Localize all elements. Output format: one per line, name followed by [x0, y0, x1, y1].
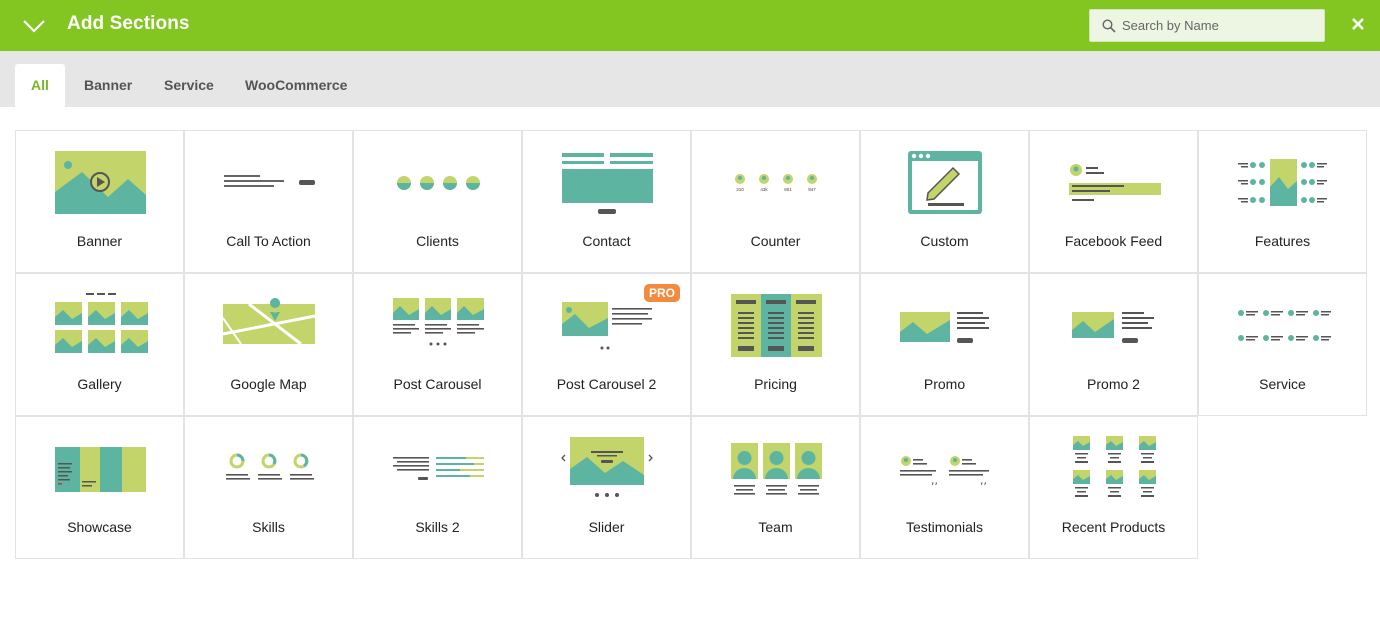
- search-icon: [1102, 19, 1116, 33]
- counter-value: 310: [736, 187, 744, 192]
- section-label: Post Carousel 2: [556, 376, 657, 392]
- section-label: Service: [1259, 376, 1306, 392]
- post-carousel-2-icon: [562, 302, 652, 350]
- section-label: Pricing: [754, 376, 797, 392]
- post-carousel-icon: [393, 298, 484, 346]
- section-label: Google Map: [230, 376, 307, 392]
- section-recent-products[interactable]: Recent Products: [1029, 416, 1198, 559]
- section-label: Showcase: [67, 519, 132, 535]
- promo-2-icon: [1072, 312, 1154, 343]
- recent-products-icon: [1073, 436, 1156, 497]
- section-banner[interactable]: Banner: [15, 130, 184, 273]
- section-label: Recent Products: [1061, 519, 1166, 535]
- section-label: Counter: [750, 233, 801, 249]
- team-icon: [731, 443, 822, 495]
- custom-icon: [908, 151, 982, 214]
- google-map-icon: [222, 298, 316, 346]
- section-label: Team: [758, 519, 793, 535]
- counter-icon: 310 43k 801 947: [735, 174, 817, 192]
- section-label: Call To Action: [226, 233, 311, 249]
- section-clients[interactable]: Clients: [353, 130, 522, 273]
- tab-woocommerce[interactable]: WooCommerce: [229, 64, 363, 107]
- counter-value: 43k: [760, 187, 768, 192]
- banner-icon: [55, 151, 146, 214]
- section-label: Banner: [76, 233, 123, 249]
- section-promo[interactable]: Promo: [860, 273, 1029, 416]
- section-label: Clients: [416, 233, 459, 249]
- section-testimonials[interactable]: ,, ,, Testimonials: [860, 416, 1029, 559]
- section-label: Skills: [252, 519, 285, 535]
- section-custom[interactable]: Custom: [860, 130, 1029, 273]
- section-features[interactable]: Features: [1198, 130, 1367, 273]
- section-label: Custom: [920, 233, 969, 249]
- counter-value: 801: [784, 187, 792, 192]
- section-facebook-feed[interactable]: Facebook Feed: [1029, 130, 1198, 273]
- tab-banner[interactable]: Banner: [68, 64, 148, 107]
- section-post-carousel-2[interactable]: PRO Post Carousel 2: [522, 273, 691, 416]
- section-pricing[interactable]: Pricing: [691, 273, 860, 416]
- section-showcase[interactable]: Showcase: [15, 416, 184, 559]
- section-label: Promo 2: [1087, 376, 1140, 392]
- counter-value: 947: [808, 187, 816, 192]
- skills-icon: [226, 453, 314, 480]
- section-post-carousel[interactable]: Post Carousel: [353, 273, 522, 416]
- section-label: Contact: [582, 233, 631, 249]
- close-icon[interactable]: [1349, 15, 1367, 33]
- contact-icon: [562, 153, 653, 214]
- svg-text:,,: ,,: [980, 474, 987, 487]
- section-contact[interactable]: Contact: [522, 130, 691, 273]
- call-to-action-icon: [224, 175, 315, 187]
- showcase-icon: [55, 447, 146, 492]
- section-gallery[interactable]: Gallery: [15, 273, 184, 416]
- header-bar: Add Sections: [0, 0, 1380, 51]
- testimonials-icon: ,, ,,: [900, 456, 989, 487]
- pricing-icon: [731, 294, 822, 357]
- features-icon: [1238, 159, 1327, 206]
- section-google-map[interactable]: Google Map: [184, 273, 353, 416]
- section-counter[interactable]: 310 43k 801 947 Counter: [691, 130, 860, 273]
- chevron-down-icon[interactable]: [20, 12, 48, 40]
- facebook-feed-icon: [1069, 164, 1161, 201]
- section-skills-2[interactable]: Skills 2: [353, 416, 522, 559]
- tab-all[interactable]: All: [15, 64, 65, 107]
- section-label: Facebook Feed: [1064, 233, 1163, 249]
- section-label: Features: [1254, 233, 1311, 249]
- panel-title: Add Sections: [67, 13, 190, 34]
- svg-text:,,: ,,: [931, 474, 938, 487]
- gallery-icon: [55, 293, 148, 353]
- search-input[interactable]: [1122, 10, 1322, 41]
- section-slider[interactable]: Slider: [522, 416, 691, 559]
- clients-icon: [397, 176, 480, 190]
- section-label: Skills 2: [415, 519, 460, 535]
- section-team[interactable]: Team: [691, 416, 860, 559]
- service-icon: [1238, 310, 1331, 341]
- tab-bar: All Banner Service WooCommerce: [0, 51, 1380, 107]
- tab-service[interactable]: Service: [148, 64, 230, 107]
- section-label: Promo: [923, 376, 966, 392]
- search-box[interactable]: [1089, 9, 1325, 42]
- promo-icon: [900, 312, 989, 343]
- skills-2-icon: [393, 457, 484, 480]
- section-label: Post Carousel: [393, 376, 482, 392]
- section-label: Slider: [588, 519, 625, 535]
- section-service[interactable]: Service: [1198, 273, 1367, 416]
- slider-icon: [561, 437, 653, 497]
- section-label: Testimonials: [905, 519, 984, 535]
- section-call-to-action[interactable]: Call To Action: [184, 130, 353, 273]
- section-label: Gallery: [77, 376, 122, 392]
- section-skills[interactable]: Skills: [184, 416, 353, 559]
- section-promo-2[interactable]: Promo 2: [1029, 273, 1198, 416]
